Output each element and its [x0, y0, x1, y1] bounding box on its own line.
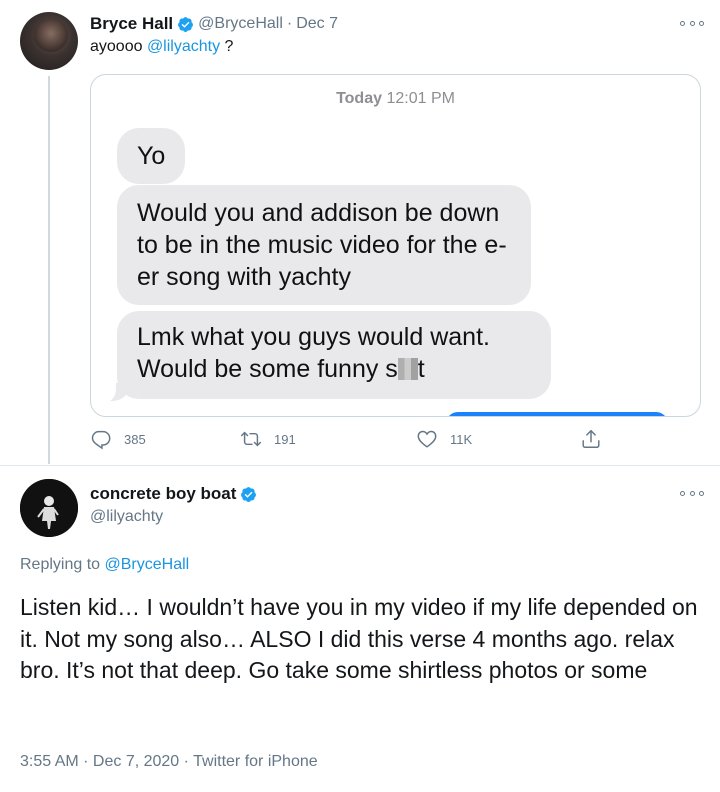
date-separator: · [286, 15, 293, 32]
imessage-day: Today [336, 90, 382, 107]
like-action[interactable]: 11K [416, 428, 472, 450]
censor-pixelation [397, 358, 418, 380]
verified-badge-icon [178, 16, 194, 32]
tweet-text-prefix: ayoooo [90, 38, 147, 55]
message-bubble: Yo [117, 128, 186, 184]
reply-tweet-text: Listen kid… I wouldn’t have you in my vi… [20, 594, 698, 683]
verified-badge-icon [241, 486, 257, 502]
reply-author-display-name[interactable]: concrete boy boat [90, 484, 236, 504]
bryce-hall-avatar[interactable] [20, 12, 78, 70]
message-text-part: Lmk what you guys would want. Would be s… [137, 323, 490, 383]
lilyachty-avatar[interactable] [20, 479, 78, 537]
author-display-name[interactable]: Bryce Hall [90, 14, 173, 34]
tweet-text-suffix: ? [220, 38, 234, 55]
tweet-divider [0, 465, 720, 466]
retweet-action[interactable]: 191 [240, 428, 296, 450]
more-icon[interactable] [680, 488, 704, 498]
retweet-icon [240, 431, 262, 447]
imessage-clock: 12:01 PM [386, 90, 455, 107]
replying-to-link[interactable]: @BryceHall [105, 556, 190, 573]
imessage-timestamp: Today 12:01 PM [91, 90, 700, 108]
tweet-date[interactable]: Dec 7 [296, 15, 338, 33]
message-bubble: Would you and addison be down to be in t… [117, 185, 531, 305]
tweet-author-row: Bryce Hall @BryceHall · Dec 7 [90, 14, 338, 34]
reply-author-row: concrete boy boat [90, 484, 257, 504]
author-handle[interactable]: @BryceHall [198, 15, 283, 33]
mention-link[interactable]: @lilyachty [147, 38, 220, 55]
like-count: 11K [450, 431, 473, 447]
retweet-count: 191 [274, 431, 296, 447]
tweet-image-screenshot[interactable]: Today 12:01 PM Yo Would you and addison … [90, 74, 701, 417]
tweet-actions: 385 191 11K [90, 428, 620, 452]
more-icon[interactable] [680, 18, 704, 28]
reply-icon [91, 430, 111, 450]
share-action[interactable] [580, 428, 602, 450]
reply-timestamp[interactable]: 3:55 AM · Dec 7, 2020 · Twitter for iPho… [20, 753, 318, 771]
avatar-figure-icon [20, 479, 78, 537]
message-bubble: Lmk what you guys would want. Would be s… [117, 311, 551, 399]
replying-prefix: Replying to [20, 556, 105, 573]
tweet-text: ayoooo @lilyachty ? [90, 38, 233, 56]
sent-message-bubble [446, 412, 668, 416]
reply-action[interactable]: 385 [90, 428, 146, 450]
like-icon [417, 430, 437, 448]
share-icon [582, 430, 600, 448]
replying-to-line: Replying to @BryceHall [20, 556, 189, 574]
message-text-part: t [417, 355, 425, 383]
thread-connector-line [48, 76, 50, 464]
reply-count: 385 [124, 431, 146, 447]
reply-author-handle[interactable]: @lilyachty [90, 508, 163, 526]
